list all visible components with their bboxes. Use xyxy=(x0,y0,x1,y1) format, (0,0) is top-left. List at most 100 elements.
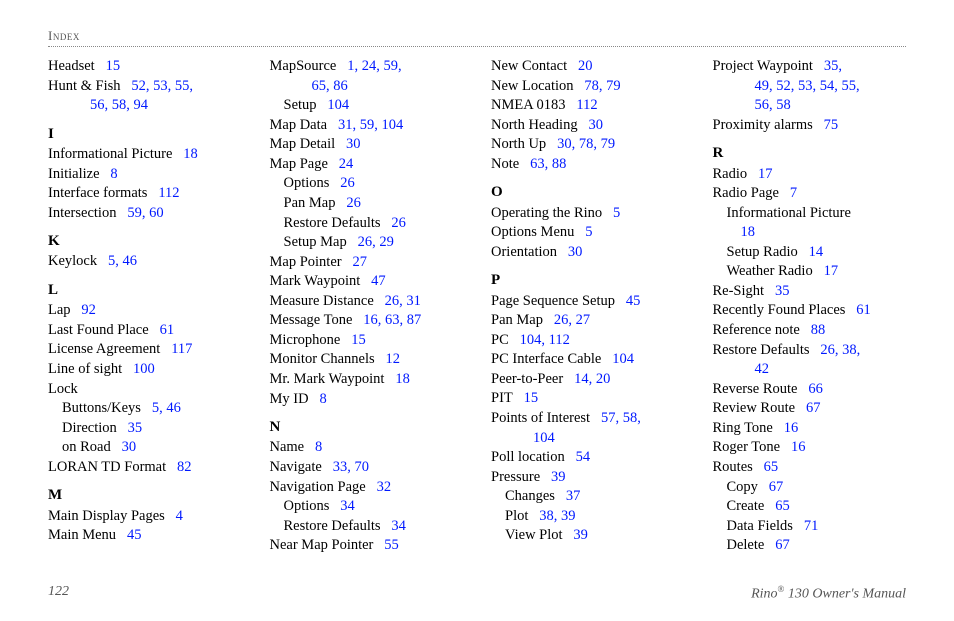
page-link[interactable]: 63 xyxy=(530,156,545,172)
page-link[interactable]: 14 xyxy=(809,244,824,260)
page-link[interactable]: 31 xyxy=(406,293,421,309)
page-link[interactable]: 5 xyxy=(108,253,115,269)
page-link[interactable]: 26 xyxy=(554,312,569,328)
page-link[interactable]: 34 xyxy=(340,498,355,514)
page-link[interactable]: 53 xyxy=(798,78,813,94)
page-link[interactable]: 104 xyxy=(612,351,634,367)
page-link[interactable]: 24 xyxy=(339,156,354,172)
page-link[interactable]: 61 xyxy=(856,302,871,318)
page-link[interactable]: 56 xyxy=(90,97,105,113)
page-link[interactable]: 59 xyxy=(127,205,142,221)
page-link[interactable]: 54 xyxy=(820,78,835,94)
page-link[interactable]: 65 xyxy=(312,78,327,94)
page-link[interactable]: 16 xyxy=(784,420,799,436)
page-link[interactable]: 17 xyxy=(824,263,839,279)
page-link[interactable]: 55 xyxy=(842,78,857,94)
page-link[interactable]: 31 xyxy=(338,117,353,133)
page-link[interactable]: 59 xyxy=(383,58,398,74)
page-link[interactable]: 4 xyxy=(176,508,183,524)
page-link[interactable]: 53 xyxy=(153,78,168,94)
page-link[interactable]: 30 xyxy=(346,136,361,152)
page-link[interactable]: 17 xyxy=(758,166,773,182)
page-link[interactable]: 26 xyxy=(346,195,361,211)
page-link[interactable]: 49 xyxy=(755,78,770,94)
page-link[interactable]: 15 xyxy=(106,58,121,74)
page-link[interactable]: 26 xyxy=(820,342,835,358)
page-link[interactable]: 82 xyxy=(177,459,192,475)
page-link[interactable]: 87 xyxy=(407,312,422,328)
page-link[interactable]: 100 xyxy=(133,361,155,377)
page-link[interactable]: 57 xyxy=(601,410,616,426)
page-link[interactable]: 15 xyxy=(524,390,539,406)
page-link[interactable]: 18 xyxy=(183,146,198,162)
page-link[interactable]: 26 xyxy=(358,234,373,250)
page-link[interactable]: 59 xyxy=(360,117,375,133)
page-link[interactable]: 46 xyxy=(123,253,138,269)
page-link[interactable]: 18 xyxy=(395,371,410,387)
page-link[interactable]: 16 xyxy=(363,312,378,328)
page-link[interactable]: 38 xyxy=(842,342,857,358)
page-link[interactable]: 88 xyxy=(552,156,567,172)
page-link[interactable]: 60 xyxy=(149,205,164,221)
page-link[interactable]: 104 xyxy=(327,97,349,113)
page-link[interactable]: 117 xyxy=(171,341,192,357)
page-link[interactable]: 61 xyxy=(160,322,175,338)
page-link[interactable]: 24 xyxy=(362,58,377,74)
page-link[interactable]: 112 xyxy=(158,185,179,201)
page-link[interactable]: 71 xyxy=(804,518,819,534)
page-link[interactable]: 63 xyxy=(385,312,400,328)
page-link[interactable]: 7 xyxy=(790,185,797,201)
page-link[interactable]: 16 xyxy=(791,439,806,455)
page-link[interactable]: 78 xyxy=(584,78,599,94)
page-link[interactable]: 30 xyxy=(588,117,603,133)
page-link[interactable]: 58 xyxy=(776,97,791,113)
page-link[interactable]: 104 xyxy=(520,332,542,348)
page-link[interactable]: 65 xyxy=(775,498,790,514)
page-link[interactable]: 67 xyxy=(806,400,821,416)
page-link[interactable]: 70 xyxy=(354,459,369,475)
page-link[interactable]: 54 xyxy=(576,449,591,465)
page-link[interactable]: 58 xyxy=(623,410,638,426)
page-link[interactable]: 79 xyxy=(601,136,616,152)
page-link[interactable]: 27 xyxy=(352,254,367,270)
page-link[interactable]: 12 xyxy=(386,351,401,367)
page-link[interactable]: 52 xyxy=(131,78,146,94)
page-link[interactable]: 8 xyxy=(319,391,326,407)
page-link[interactable]: 65 xyxy=(764,459,779,475)
page-link[interactable]: 8 xyxy=(110,166,117,182)
page-link[interactable]: 104 xyxy=(533,430,555,446)
page-link[interactable]: 5 xyxy=(152,400,159,416)
page-link[interactable]: 35 xyxy=(775,283,790,299)
page-link[interactable]: 39 xyxy=(551,469,566,485)
page-link[interactable]: 26 xyxy=(385,293,400,309)
page-link[interactable]: 30 xyxy=(122,439,137,455)
page-link[interactable]: 34 xyxy=(391,518,406,534)
page-link[interactable]: 56 xyxy=(755,97,770,113)
page-link[interactable]: 33 xyxy=(333,459,348,475)
page-link[interactable]: 26 xyxy=(391,215,406,231)
page-link[interactable]: 94 xyxy=(134,97,149,113)
page-link[interactable]: 52 xyxy=(776,78,791,94)
page-link[interactable]: 5 xyxy=(585,224,592,240)
page-link[interactable]: 112 xyxy=(576,97,597,113)
page-link[interactable]: 18 xyxy=(741,224,756,240)
page-link[interactable]: 42 xyxy=(755,361,770,377)
page-link[interactable]: 30 xyxy=(568,244,583,260)
page-link[interactable]: 45 xyxy=(626,293,641,309)
page-link[interactable]: 39 xyxy=(561,508,576,524)
page-link[interactable]: 46 xyxy=(166,400,181,416)
page-link[interactable]: 20 xyxy=(578,58,593,74)
page-link[interactable]: 58 xyxy=(112,97,127,113)
page-link[interactable]: 14 xyxy=(574,371,589,387)
page-link[interactable]: 38 xyxy=(539,508,554,524)
page-link[interactable]: 27 xyxy=(576,312,591,328)
page-link[interactable]: 75 xyxy=(824,117,839,133)
page-link[interactable]: 55 xyxy=(175,78,190,94)
page-link[interactable]: 32 xyxy=(377,479,392,495)
page-link[interactable]: 67 xyxy=(769,479,784,495)
page-link[interactable]: 47 xyxy=(371,273,386,289)
page-link[interactable]: 104 xyxy=(381,117,403,133)
page-link[interactable]: 67 xyxy=(775,537,790,553)
page-link[interactable]: 5 xyxy=(613,205,620,221)
page-link[interactable]: 39 xyxy=(573,527,588,543)
